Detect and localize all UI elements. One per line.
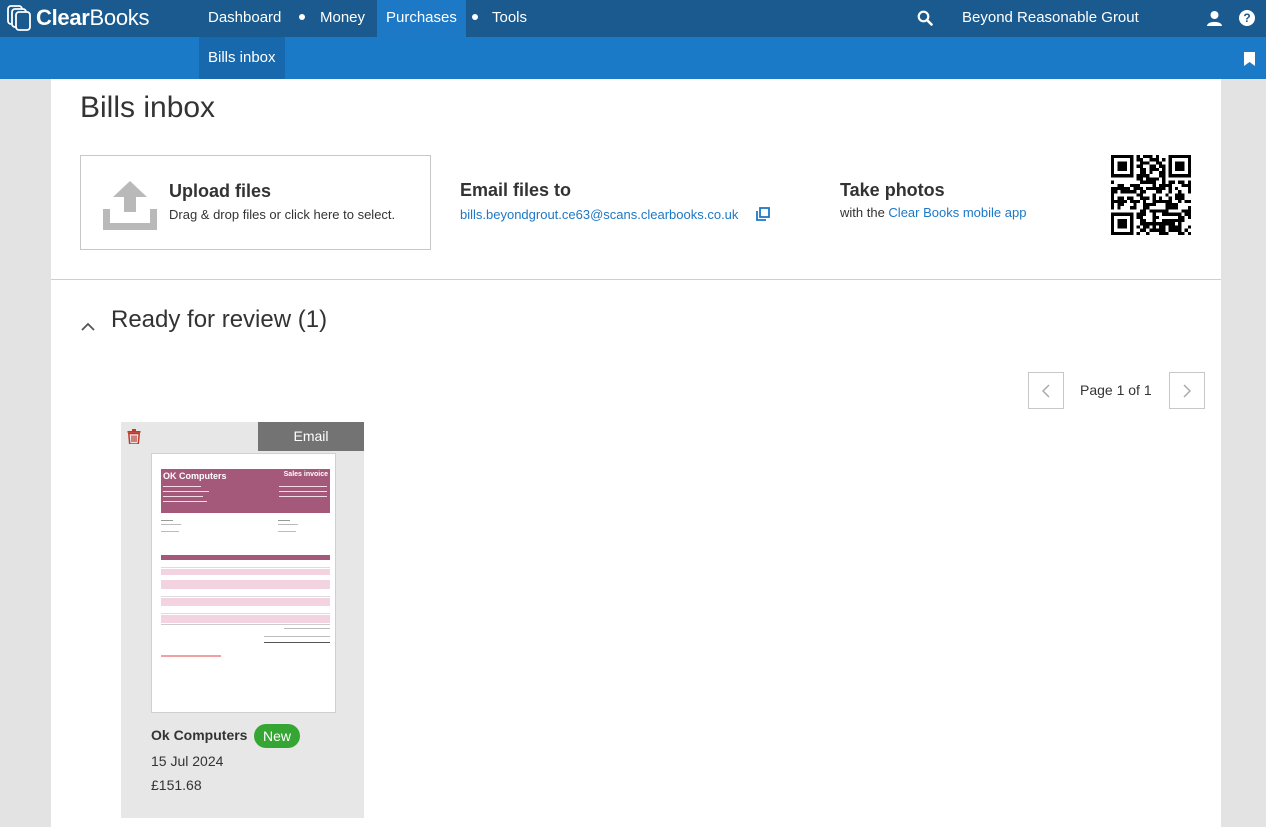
upload-dropzone[interactable]: Upload files Drag & drop files or click …: [80, 155, 431, 250]
nav-separator-dot: [472, 14, 478, 20]
logo-icon: [7, 5, 31, 31]
subnav-bills-inbox[interactable]: Bills inbox: [199, 37, 285, 79]
photos-title: Take photos: [840, 180, 945, 200]
bill-supplier: Ok Computers: [151, 727, 248, 743]
upload-subtitle: Drag & drop files or click here to selec…: [169, 207, 396, 222]
clearbooks-logo[interactable]: ClearBooks: [6, 4, 150, 32]
pager-next-button[interactable]: [1169, 372, 1205, 409]
user-icon[interactable]: [1206, 10, 1223, 31]
review-section-title[interactable]: Ready for review (1): [111, 306, 327, 334]
new-badge: New: [254, 724, 301, 748]
chevron-right-icon: [1183, 383, 1191, 398]
main-card: Bills inbox Upload files Drag & drop fil…: [51, 79, 1221, 827]
invoice-header-band: OK Computers Sales invoice: [161, 469, 330, 513]
top-nav: ClearBooks Dashboard Money Purchases Too…: [0, 0, 1266, 37]
bill-card[interactable]: Email OK Computers Sales invoice Ok Comp…: [121, 422, 364, 818]
search-icon[interactable]: [917, 10, 933, 31]
nav-dashboard[interactable]: Dashboard: [199, 0, 290, 37]
source-tag: Email: [258, 422, 364, 451]
copy-icon[interactable]: [756, 207, 770, 226]
email-address-link[interactable]: bills.beyondgrout.ce63@scans.clearbooks.…: [460, 207, 738, 222]
upload-title: Upload files: [169, 181, 272, 201]
bill-date: 15 Jul 2024: [151, 753, 224, 769]
company-name[interactable]: Beyond Reasonable Grout: [962, 0, 1139, 36]
pager-text: Page 1 of 1: [1080, 382, 1152, 398]
chevron-left-icon: [1042, 383, 1050, 398]
invoice-thumbnail[interactable]: OK Computers Sales invoice: [151, 453, 336, 713]
invoice-company-name: OK Computers: [163, 471, 227, 481]
nav-purchases[interactable]: Purchases: [377, 0, 466, 37]
bookmark-icon[interactable]: [1244, 52, 1255, 71]
sub-nav: Bills inbox: [0, 37, 1266, 79]
help-icon[interactable]: ?: [1239, 10, 1255, 26]
mobile-app-link[interactable]: Clear Books mobile app: [888, 205, 1026, 220]
bill-amount: £151.68: [151, 777, 202, 793]
trash-icon[interactable]: [127, 429, 141, 449]
photos-subtitle: with the Clear Books mobile app: [840, 205, 1027, 220]
email-title: Email files to: [460, 180, 572, 200]
qr-code: [1111, 155, 1191, 235]
section-divider: [51, 279, 1221, 280]
chevron-up-icon[interactable]: [81, 318, 95, 336]
nav-tools[interactable]: Tools: [483, 0, 536, 37]
upload-icon: [103, 179, 157, 236]
nav-separator-dot: [299, 14, 305, 20]
nav-money[interactable]: Money: [311, 0, 374, 37]
page-title: Bills inbox: [80, 91, 216, 124]
invoice-footer-note: [161, 655, 221, 657]
logo-text: ClearBooks: [36, 5, 150, 30]
pager-prev-button[interactable]: [1028, 372, 1064, 409]
invoice-doc-type: Sales invoice: [283, 471, 328, 478]
